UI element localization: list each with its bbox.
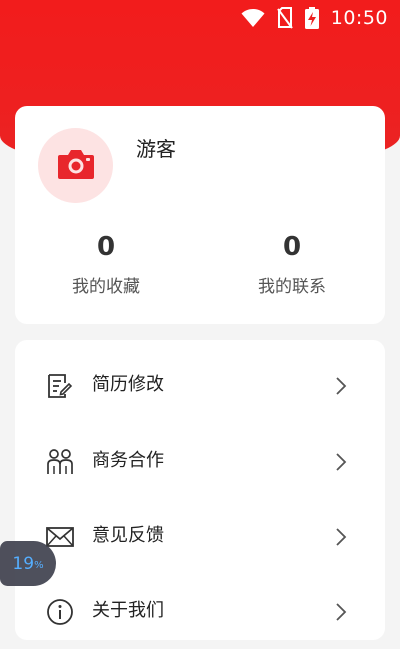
floating-progress-badge[interactable]: 19 %: [0, 541, 56, 586]
profile-card: 游客 0 我的收藏 0 我的联系: [15, 106, 385, 324]
info-icon: [45, 598, 75, 626]
chevron-right-icon: [333, 603, 349, 621]
camera-icon: [57, 148, 95, 184]
resume-edit-icon: [45, 372, 75, 400]
stat-contacts-value: 0: [282, 232, 302, 262]
badge-unit: %: [34, 560, 44, 571]
stat-favorites-value: 0: [96, 232, 116, 262]
chevron-right-icon: [333, 453, 349, 471]
menu-item-business[interactable]: 商务合作: [15, 423, 385, 499]
menu-item-resume-edit[interactable]: 简历修改: [15, 347, 385, 423]
chevron-right-icon: [333, 377, 349, 395]
badge-value: 19: [12, 553, 35, 574]
menu-item-label: 关于我们: [92, 600, 164, 621]
no-sim-icon: [276, 7, 293, 29]
stat-contacts[interactable]: 0 我的联系: [217, 230, 367, 298]
menu-item-label: 意见反馈: [92, 525, 164, 546]
avatar[interactable]: [38, 128, 113, 203]
wifi-icon: [241, 8, 265, 28]
menu-item-about[interactable]: 关于我们: [15, 573, 385, 649]
menu-card: 简历修改 商务合作 意见反馈 关于我们: [15, 340, 385, 640]
partners-icon: [45, 448, 75, 476]
battery-charging-icon: [304, 7, 319, 29]
chevron-right-icon: [333, 528, 349, 546]
menu-item-feedback[interactable]: 意见反馈: [15, 498, 385, 574]
status-time: 10:50: [330, 7, 388, 29]
stat-favorites[interactable]: 0 我的收藏: [31, 230, 181, 298]
status-bar: 10:50: [241, 6, 388, 30]
menu-item-label: 商务合作: [92, 450, 164, 471]
menu-item-label: 简历修改: [92, 374, 164, 395]
stat-favorites-label: 我的收藏: [72, 277, 140, 297]
stat-contacts-label: 我的联系: [258, 277, 326, 297]
username: 游客: [136, 137, 176, 161]
